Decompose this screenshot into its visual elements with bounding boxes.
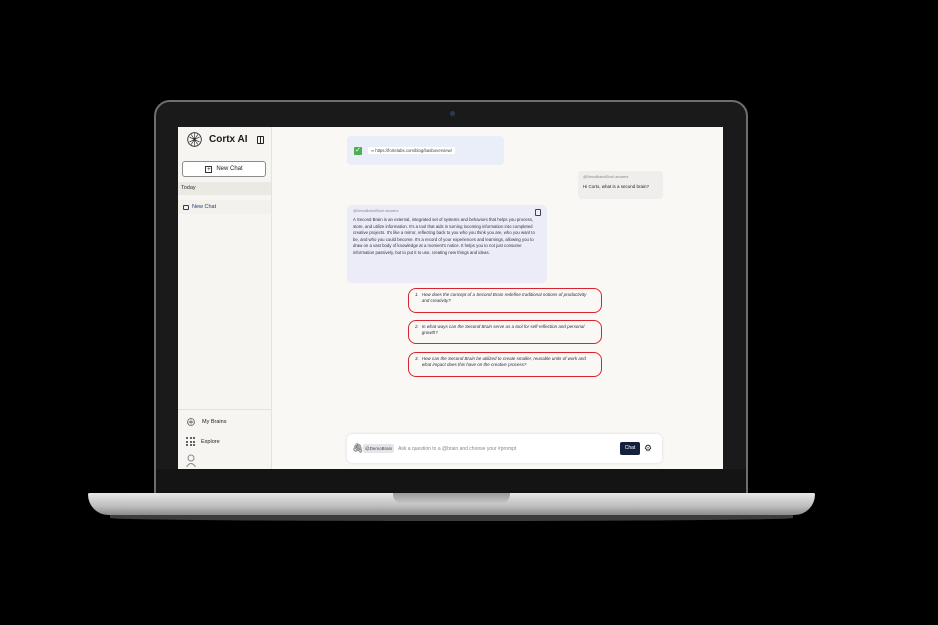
question-text: How can the Second Brain be utilized to … (421, 356, 586, 368)
grid-icon (186, 437, 195, 446)
chat-item-label: New Chat (192, 204, 217, 210)
sidebar-item-my-brains[interactable]: My Brains (186, 417, 226, 427)
plus-icon: + (205, 165, 213, 173)
question-number: 1. (415, 292, 419, 297)
question-number: 3. (415, 356, 419, 361)
user-message-meta: @DemoBrain#Short answers (583, 175, 629, 179)
user-message-text: Hi Cortx, what is a second brain? (583, 184, 650, 189)
url-text: https://fortelabs.com/blog/basboverview/ (375, 148, 452, 153)
answer-text: A Second Brain is an external, integrate… (353, 217, 535, 255)
chat-send-button[interactable]: Chat (620, 442, 640, 455)
suggested-question[interactable]: 3. How can the Second Brain be utilized … (408, 352, 602, 377)
copy-icon[interactable] (535, 209, 541, 216)
laptop-camera (450, 111, 455, 116)
sidebar-toggle-icon[interactable] (257, 136, 264, 144)
message-input[interactable]: Ask a question to a @brain and choose yo… (398, 446, 516, 452)
composer: 🖇 @DemoBrain Ask a question to a @brain … (347, 434, 662, 463)
url-message: ✓ ∞ https://fortelabs.com/blog/basboverv… (347, 136, 504, 165)
brain-icon (187, 418, 195, 426)
sidebar-item-explore[interactable]: Explore (186, 437, 220, 446)
screen-bezel (156, 469, 746, 493)
brand: Cortx AI (186, 131, 248, 148)
user-avatar-icon[interactable] (186, 454, 196, 467)
user-message: @DemoBrain#Short answers Hi Cortx, what … (578, 171, 663, 199)
question-number: 2. (415, 324, 419, 329)
app-screen: Cortx AI + New Chat Today New Chat My Br… (178, 127, 723, 469)
sidebar: Cortx AI + New Chat Today New Chat My Br… (178, 127, 272, 469)
section-today: Today (178, 182, 271, 195)
sidebar-chat-item[interactable]: New Chat (178, 200, 271, 214)
brain-chip[interactable]: @DemoBrain (363, 444, 395, 453)
url-chip[interactable]: ∞ https://fortelabs.com/blog/basbovervie… (368, 147, 455, 154)
explore-label: Explore (201, 438, 220, 445)
answer-meta: @DemoBrain#Short answers (353, 209, 399, 213)
suggested-question[interactable]: 2. In what ways can the Second Brain ser… (408, 320, 602, 344)
chat-bubble-icon (183, 204, 189, 210)
assistant-answer: @DemoBrain#Short answers A Second Brain … (347, 205, 547, 283)
sidebar-footer (178, 409, 271, 410)
laptop-base-shadow (110, 515, 793, 521)
my-brains-label: My Brains (202, 419, 227, 425)
suggested-question[interactable]: 1. How does the concept of a Second Brai… (408, 288, 602, 313)
question-text: In what ways can the Second Brain serve … (421, 324, 585, 336)
question-text: How does the concept of a Second Brain r… (421, 292, 587, 304)
new-chat-button[interactable]: + New Chat (182, 161, 266, 177)
checkmark-icon: ✓ (354, 146, 362, 155)
new-chat-label: New Chat (216, 166, 243, 172)
gear-icon[interactable]: ⚙ (644, 443, 652, 454)
app-name: Cortx AI (209, 134, 248, 145)
brain-logo-icon (187, 132, 202, 147)
laptop-notch (393, 493, 510, 504)
paperclip-icon[interactable]: 🖇 (352, 443, 363, 454)
